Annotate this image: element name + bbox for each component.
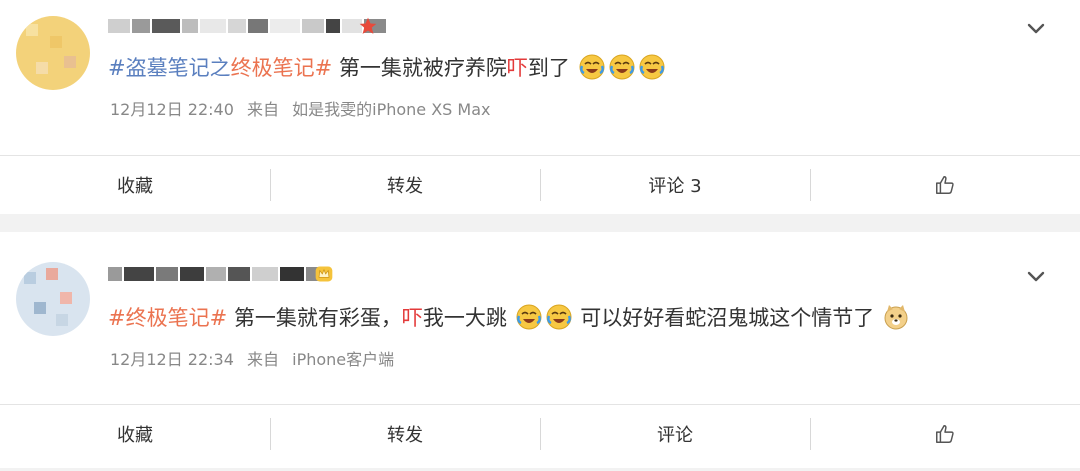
- avatar[interactable]: [16, 16, 90, 90]
- comment-button[interactable]: 评论 3: [540, 156, 810, 213]
- post-date[interactable]: 12月12日 22:40: [110, 100, 234, 119]
- repost-label: 转发: [387, 424, 423, 446]
- weibo-post: #盗墓笔记之终极笔记# 第一集就被疗养院吓到了 12月12日 22:40 来自: [0, 0, 1080, 214]
- post-date[interactable]: 12月12日 22:34: [110, 350, 234, 369]
- chevron-down-icon[interactable]: [1024, 16, 1048, 40]
- post-text-highlight: 吓: [401, 306, 423, 330]
- post-text: #终极笔记# 第一集就有彩蛋，吓我一大跳 可以好好看蛇沼鬼城这个情节了: [108, 302, 911, 334]
- repost-button[interactable]: 转发: [270, 156, 540, 213]
- hashtag-link[interactable]: #盗墓笔记之: [108, 56, 231, 80]
- post-text-segment: 到了: [527, 56, 570, 80]
- favorite-label: 收藏: [117, 424, 153, 446]
- post-text-highlight: 吓: [506, 56, 528, 80]
- username-blurred[interactable]: [108, 266, 328, 282]
- comment-button[interactable]: 评论: [540, 405, 810, 462]
- post-action-bar: 收藏 转发 评论 3: [0, 155, 1080, 213]
- laughing-crying-emoji-icon: [516, 304, 542, 330]
- red-star-badge-icon: [359, 17, 377, 34]
- yellow-crown-badge-icon: [315, 266, 333, 282]
- post-text: #盗墓笔记之终极笔记# 第一集就被疗养院吓到了: [108, 52, 667, 84]
- laughing-crying-emoji-icon: [579, 54, 605, 80]
- favorite-label: 收藏: [117, 175, 153, 197]
- username-blurred[interactable]: [108, 18, 386, 34]
- like-button[interactable]: [810, 156, 1080, 213]
- comment-label: 评论 3: [648, 175, 702, 197]
- repost-label: 转发: [387, 175, 423, 197]
- laughing-crying-emoji-icon: [639, 54, 665, 80]
- post-source[interactable]: iPhone客户端: [292, 350, 394, 369]
- post-meta: 12月12日 22:40 来自 如是我雯的iPhone XS Max: [110, 96, 499, 120]
- hashtag-link[interactable]: 终极笔记#: [231, 56, 333, 80]
- laughing-crying-emoji-icon: [609, 54, 635, 80]
- post-text-segment: 我一大跳: [422, 306, 507, 330]
- thumbs-up-icon: [936, 424, 954, 443]
- like-button[interactable]: [810, 405, 1080, 462]
- post-text-segment: 第一集就有彩蛋，: [227, 306, 402, 330]
- post-meta: 12月12日 22:34 来自 iPhone客户端: [110, 346, 402, 370]
- favorite-button[interactable]: 收藏: [0, 405, 270, 462]
- post-source-prefix: 来自: [247, 100, 280, 119]
- chevron-down-icon[interactable]: [1024, 264, 1048, 288]
- thumbs-up-icon: [936, 175, 954, 194]
- post-text-segment: 可以好好看蛇沼鬼城这个情节了: [573, 306, 875, 330]
- post-action-bar: 收藏 转发 评论: [0, 404, 1080, 462]
- comment-label: 评论: [657, 424, 693, 446]
- post-source[interactable]: 如是我雯的iPhone XS Max: [292, 100, 490, 119]
- post-source-prefix: 来自: [247, 350, 280, 369]
- weibo-post: #终极笔记# 第一集就有彩蛋，吓我一大跳 可以好好看蛇沼鬼城这个情节了 12月1…: [0, 232, 1080, 468]
- favorite-button[interactable]: 收藏: [0, 156, 270, 213]
- laughing-crying-emoji-icon: [546, 304, 572, 330]
- post-text-segment: 第一集就被疗养院: [332, 56, 507, 80]
- avatar[interactable]: [16, 262, 90, 336]
- doge-emoji-icon: [884, 305, 908, 330]
- hashtag-link[interactable]: #终极笔记#: [108, 306, 227, 330]
- repost-button[interactable]: 转发: [270, 405, 540, 462]
